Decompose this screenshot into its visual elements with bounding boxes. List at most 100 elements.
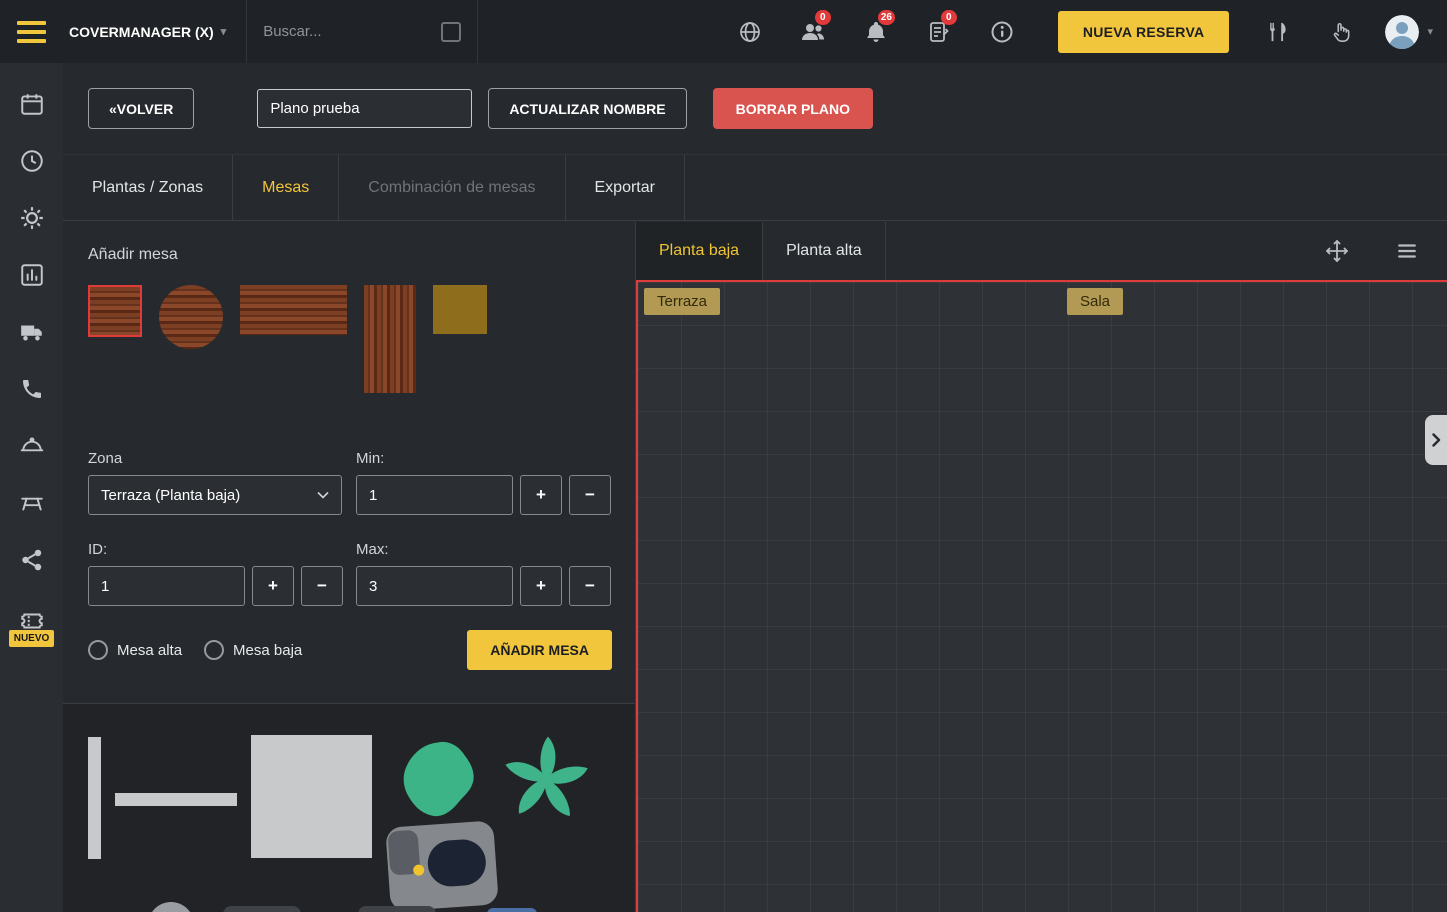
sidebar-item-reports[interactable] xyxy=(0,246,63,303)
zone-chip-terraza[interactable]: Terraza xyxy=(644,288,720,315)
zona-selected-value: Terraza (Planta baja) xyxy=(101,487,240,504)
table-shape-square-selected[interactable] xyxy=(88,285,142,337)
caret-down-icon: ▾ xyxy=(221,25,227,38)
decor-plant-blob[interactable] xyxy=(397,736,481,824)
zone-chip-sala[interactable]: Sala xyxy=(1067,288,1123,315)
sidebar-item-settings[interactable] xyxy=(0,189,63,246)
decor-wall-vertical[interactable] xyxy=(88,737,101,859)
menu-icon[interactable] xyxy=(0,0,63,63)
mesa-alta-radio-input[interactable] xyxy=(88,640,108,660)
mesa-alta-label: Mesa alta xyxy=(117,642,182,659)
table-shape-wide-rect[interactable] xyxy=(240,285,347,335)
tab-mesas[interactable]: Mesas xyxy=(233,155,339,220)
phone-icon xyxy=(20,377,44,401)
decor-dark-block-partial-2[interactable] xyxy=(358,906,436,912)
update-name-button[interactable]: ACTUALIZAR NOMBRE xyxy=(488,88,686,129)
mesa-baja-radio-input[interactable] xyxy=(204,640,224,660)
min-plus-button[interactable]: + xyxy=(520,475,562,515)
min-input[interactable] xyxy=(356,475,513,515)
list-icon[interactable] xyxy=(1393,237,1421,265)
user-menu[interactable]: ▾ xyxy=(1385,15,1433,49)
max-plus-button[interactable]: + xyxy=(520,566,562,606)
plan-header: «VOLVER ACTUALIZAR NOMBRE BORRAR PLANO xyxy=(63,63,1447,155)
min-field: Min: + − xyxy=(356,450,611,515)
brand-menu[interactable]: COVERMANAGER (X) ▾ xyxy=(63,24,246,40)
tab-plantas-zonas[interactable]: Plantas / Zonas xyxy=(63,155,233,220)
truck-icon xyxy=(19,319,45,345)
zona-field: Zona Terraza (Planta baja) xyxy=(88,450,342,515)
floor-tab-planta-alta[interactable]: Planta alta xyxy=(763,222,886,280)
table-icon xyxy=(19,490,45,516)
back-button[interactable]: «VOLVER xyxy=(88,88,194,129)
min-minus-button[interactable]: − xyxy=(569,475,611,515)
mesa-alta-radio[interactable]: Mesa alta xyxy=(88,640,182,660)
sidebar-item-service[interactable] xyxy=(0,417,63,474)
search-box xyxy=(246,0,478,63)
chevron-down-icon xyxy=(317,491,329,499)
caret-down-icon: ▾ xyxy=(1427,25,1433,38)
delete-plan-button[interactable]: BORRAR PLANO xyxy=(713,88,873,129)
id-plus-button[interactable]: + xyxy=(252,566,294,606)
decor-blue-block-partial[interactable] xyxy=(487,908,537,912)
floor-tools xyxy=(1323,222,1447,280)
table-shape-olive-square[interactable] xyxy=(433,285,487,334)
plan-name-input[interactable] xyxy=(257,89,472,128)
decor-sofa[interactable] xyxy=(385,820,499,911)
floor-plan-canvas[interactable]: Terraza Sala xyxy=(636,280,1447,912)
decor-dark-block-partial-1[interactable] xyxy=(223,906,301,912)
nuevo-badge: NUEVO xyxy=(9,630,55,647)
sidebar-item-calendar[interactable] xyxy=(0,75,63,132)
table-shape-circle[interactable] xyxy=(159,285,223,349)
tab-combinacion-mesas[interactable]: Combinación de mesas xyxy=(339,155,565,220)
chart-icon xyxy=(19,262,45,288)
pointer-icon[interactable] xyxy=(1327,18,1355,46)
form-actions: Mesa alta Mesa baja AÑADIR MESA xyxy=(88,630,612,670)
table-shape-tall-rect[interactable] xyxy=(364,285,416,393)
waitlist-badge: 0 xyxy=(941,10,957,25)
decor-square-block[interactable] xyxy=(251,735,372,858)
floor-tabs: Planta baja Planta alta xyxy=(636,222,1447,280)
avatar xyxy=(1385,15,1419,49)
id-minus-button[interactable]: − xyxy=(301,566,343,606)
info-icon[interactable] xyxy=(988,18,1016,46)
section-tabs: Plantas / Zonas Mesas Combinación de mes… xyxy=(63,155,1447,221)
waitlist-icon[interactable]: 0 xyxy=(925,18,953,46)
clock-icon xyxy=(19,148,45,174)
side-panel-handle[interactable] xyxy=(1425,415,1447,465)
globe-icon[interactable] xyxy=(736,18,764,46)
topbar: COVERMANAGER (X) ▾ 0 26 0 xyxy=(0,0,1447,63)
bell-icon[interactable]: 26 xyxy=(862,18,890,46)
sidebar-item-tables[interactable] xyxy=(0,474,63,531)
id-field: ID: + − xyxy=(88,541,342,606)
id-input[interactable] xyxy=(88,566,245,606)
new-reservation-button[interactable]: NUEVA RESERVA xyxy=(1058,11,1230,53)
tab-exportar[interactable]: Exportar xyxy=(566,155,685,220)
floor-tab-planta-baja[interactable]: Planta baja xyxy=(636,222,763,280)
zona-select[interactable]: Terraza (Planta baja) xyxy=(88,475,342,515)
search-input[interactable] xyxy=(263,23,431,40)
mesa-baja-radio[interactable]: Mesa baja xyxy=(204,640,302,660)
content: Añadir mesa Zona Terraza (Planta baja) xyxy=(63,222,1447,912)
decor-plant-flower[interactable] xyxy=(499,730,593,826)
sidebar-item-integrations[interactable] xyxy=(0,531,63,588)
move-icon[interactable] xyxy=(1323,237,1351,265)
sidebar-item-clock[interactable] xyxy=(0,132,63,189)
add-table-button[interactable]: AÑADIR MESA xyxy=(467,630,612,670)
gear-icon xyxy=(19,205,45,231)
customers-badge: 0 xyxy=(815,10,831,25)
decor-wall-horizontal[interactable] xyxy=(115,793,237,806)
decor-round-table-partial[interactable] xyxy=(148,902,194,912)
restaurant-icon[interactable] xyxy=(1264,18,1292,46)
sidebar-item-tickets[interactable]: NUEVO xyxy=(0,588,63,666)
max-minus-button[interactable]: − xyxy=(569,566,611,606)
search-checkbox[interactable] xyxy=(441,22,461,42)
max-input[interactable] xyxy=(356,566,513,606)
sidebar-item-delivery[interactable] xyxy=(0,303,63,360)
decor-shapes-palette xyxy=(63,703,635,912)
sidebar-item-calls[interactable] xyxy=(0,360,63,417)
notifications-badge: 26 xyxy=(878,10,895,25)
max-label: Max: xyxy=(356,541,611,558)
brand-label: COVERMANAGER (X) xyxy=(69,24,214,40)
floor-plan-area: Planta baja Planta alta Terraza Sala xyxy=(635,222,1447,912)
customers-icon[interactable]: 0 xyxy=(799,18,827,46)
